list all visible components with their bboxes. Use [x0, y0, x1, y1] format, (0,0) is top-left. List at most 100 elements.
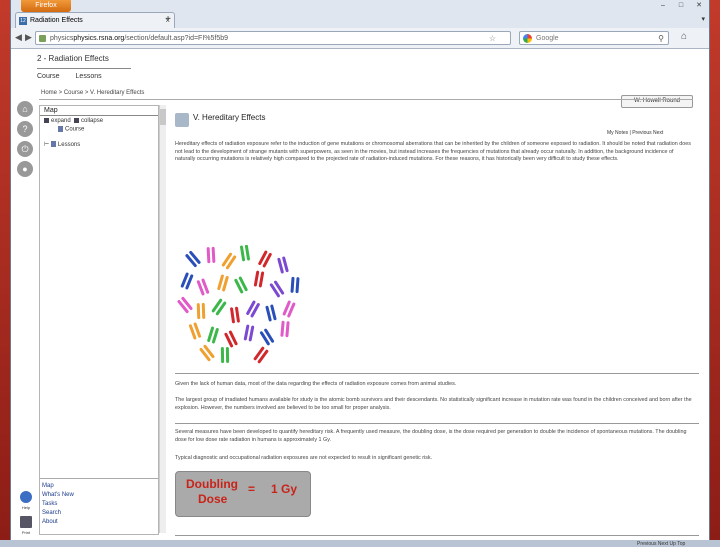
chromosome-arm: [253, 270, 260, 287]
browser-window: Firefox – □ ✕ 12 Radiation Effects × + ▾…: [10, 0, 710, 547]
map-expand-collapse: expand collapse: [40, 116, 158, 124]
chromosome-arm: [181, 296, 193, 310]
close-window-icon[interactable]: ✕: [689, 0, 709, 12]
map-item-lessons[interactable]: ⊢ Lessons: [40, 133, 158, 148]
user-icon[interactable]: ●: [17, 161, 33, 177]
chromosome-arm: [206, 247, 211, 264]
nav-course[interactable]: Course: [37, 73, 60, 80]
footer-link-whats-new[interactable]: What's New: [42, 491, 158, 500]
map-footer-links: Map What's New Tasks Search About: [40, 478, 158, 534]
chromosome-arm: [196, 303, 201, 320]
print-icon-label: Print: [21, 530, 31, 535]
divider-1: [175, 373, 699, 374]
chromosome-arm: [177, 300, 189, 314]
info-icon-label: Help: [21, 505, 31, 510]
url-path: /section/default.asp?id=FI%5f5b9: [124, 35, 229, 42]
search-icon[interactable]: ⚲: [658, 32, 664, 46]
bottom-left-icons: Help Print: [15, 491, 37, 541]
home-icon[interactable]: ⌂: [681, 31, 687, 42]
divider-2: [175, 423, 699, 424]
tab-title: Radiation Effects: [30, 17, 83, 24]
map-course-label: Course: [65, 126, 85, 133]
chromosome-arm: [211, 246, 216, 263]
url-prefix: physics: [50, 35, 74, 42]
paragraph-animal-data: Given the lack of human data, most of th…: [175, 381, 457, 387]
chromosome-arm: [230, 307, 235, 324]
chromosome-arm: [258, 271, 265, 288]
chromosome-arm: [185, 254, 197, 268]
url-domain: physics.rsna.org: [73, 35, 125, 42]
favicon-icon: 12: [19, 17, 27, 25]
search-placeholder: Google: [536, 35, 559, 42]
paragraph-bomb-survivors: The largest group of irradiated humans a…: [175, 397, 692, 411]
expand-icon: [44, 118, 49, 123]
paragraph-risk: Typical diagnostic and occupational radi…: [175, 455, 433, 461]
map-collapse[interactable]: collapse: [81, 118, 103, 124]
tab-bar: 12 Radiation Effects × + ▾: [11, 12, 709, 28]
site-nav: Course Lessons: [37, 68, 131, 80]
chromosome-arm: [201, 302, 206, 319]
breadcrumb[interactable]: Home > Course > V. Hereditary Effects: [41, 90, 144, 96]
scroll-thumb[interactable]: [160, 109, 166, 125]
chromosome-arm: [244, 245, 250, 261]
main-content: V. Hereditary Effects My Notes | Previou…: [167, 105, 699, 547]
notes-links[interactable]: My Notes | Previous Next: [607, 130, 663, 136]
chromosome-arm: [189, 250, 201, 264]
chromosome-arm: [285, 321, 290, 338]
google-icon: [523, 34, 532, 43]
maximize-icon[interactable]: □: [671, 0, 691, 12]
info-icon[interactable]: [20, 491, 32, 503]
chromosome-arm: [235, 306, 240, 323]
forward-icon[interactable]: ▶: [25, 32, 32, 43]
print-icon[interactable]: [20, 516, 32, 528]
doubling-dose-graphic: Doubling Dose = 1 Gy: [175, 471, 311, 517]
course-icon: [58, 126, 63, 133]
collapse-icon: [74, 118, 80, 123]
chromosome-arm: [295, 277, 300, 294]
map-header: Map: [40, 106, 158, 116]
map-expand[interactable]: expand: [51, 118, 71, 124]
power-icon[interactable]: ⏻: [17, 141, 33, 157]
nav-lessons[interactable]: Lessons: [76, 73, 102, 80]
header-divider: [39, 99, 693, 100]
page-title: V. Hereditary Effects: [193, 113, 266, 122]
lessons-icon: [50, 141, 56, 148]
chromosome-arm: [248, 325, 255, 342]
bookmark-star-icon[interactable]: ☆: [489, 32, 496, 46]
footer-link-tasks[interactable]: Tasks: [42, 500, 158, 509]
folder-icon: [175, 113, 189, 127]
help-icon[interactable]: ?: [17, 121, 33, 137]
chromosome-arm: [240, 245, 246, 262]
new-tab-button[interactable]: +: [161, 12, 175, 28]
divider-3: [175, 535, 699, 536]
left-toolbar: ⌂ ? ⏻ ●: [15, 101, 37, 181]
map-scrollbar[interactable]: [159, 105, 166, 533]
map-lessons-label: Lessons: [57, 141, 81, 148]
section-heading: V. Hereditary Effects: [175, 113, 266, 127]
footer-link-search[interactable]: Search: [42, 509, 158, 518]
list-all-tabs-icon[interactable]: ▾: [701, 12, 705, 28]
minimize-icon[interactable]: –: [653, 0, 673, 12]
tab-radiation-effects[interactable]: 12 Radiation Effects ×: [15, 12, 175, 28]
site-identity-icon[interactable]: [39, 35, 46, 42]
chromosome-arm: [225, 346, 230, 363]
paragraph-doubling-dose: Several measures have been developed to …: [175, 429, 687, 443]
map-item-course[interactable]: Course: [40, 124, 158, 133]
bottom-nav-links[interactable]: Previous Next Up Top: [637, 541, 685, 547]
map-panel: Map expand collapse Course ⊢ Lessons Map…: [39, 105, 159, 535]
back-icon[interactable]: ◀: [15, 32, 22, 43]
chromosome-arm: [243, 324, 250, 341]
home-icon[interactable]: ⌂: [17, 101, 33, 117]
chromosome-karyotype-image: [177, 245, 300, 364]
search-bar[interactable]: Google ⚲: [519, 31, 669, 45]
tree-toggle-icon[interactable]: ⊢: [44, 142, 49, 148]
url-bar[interactable]: physicsphysics.rsna.org/section/default.…: [35, 31, 511, 45]
firefox-menu-button[interactable]: Firefox: [21, 0, 71, 12]
chromosome-arm: [280, 320, 285, 337]
site-title: 2 - Radiation Effects: [37, 54, 109, 63]
footer-link-map[interactable]: Map: [42, 482, 158, 491]
footer-link-about[interactable]: About: [42, 518, 158, 527]
dose-word-1: Doubling: [186, 477, 238, 491]
dose-word-2: Dose: [198, 492, 228, 506]
paragraph-intro: Hereditary effects of radiation exposure…: [175, 141, 691, 163]
